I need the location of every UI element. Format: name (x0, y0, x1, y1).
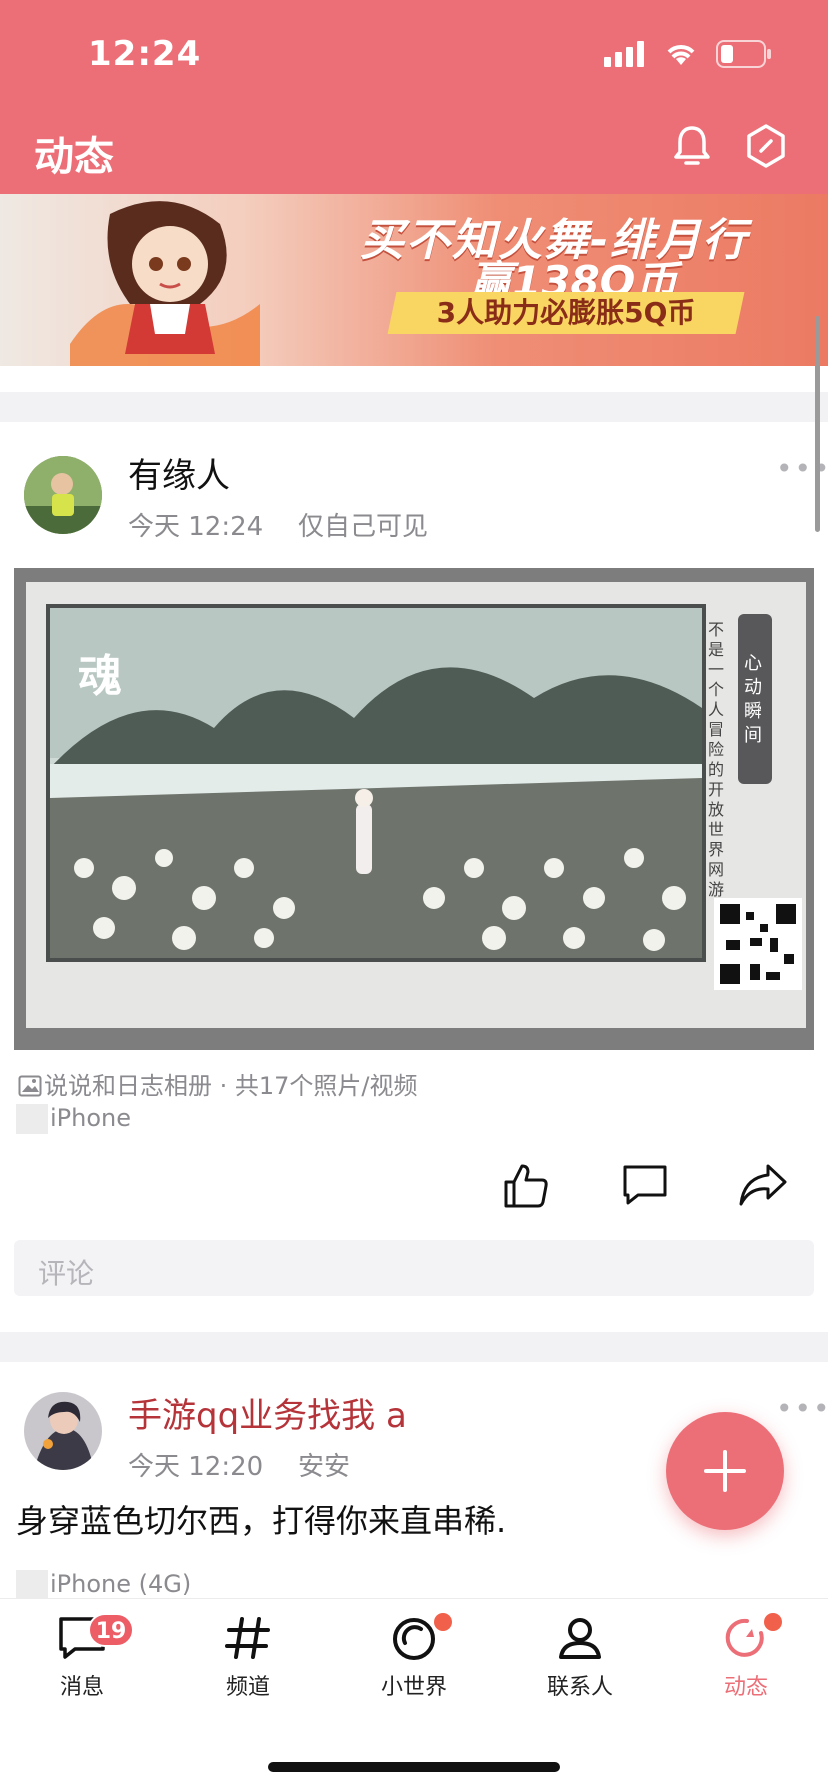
battery-icon (716, 40, 771, 68)
post-visibility: 仅自己可见 (298, 512, 429, 542)
game-screenshot-image (14, 568, 814, 1050)
tab-small-world[interactable]: 小世界 (354, 1613, 474, 1701)
signal-icon (604, 41, 644, 67)
hashtag-icon (225, 1617, 270, 1659)
section-divider (0, 392, 828, 422)
tab-feed[interactable]: 动态 (686, 1613, 806, 1701)
tab-channels[interactable]: 频道 (188, 1615, 308, 1701)
home-indicator (268, 1762, 560, 1772)
post-author[interactable]: 有缘人 (128, 448, 230, 497)
contacts-icon (559, 1618, 601, 1659)
post-author[interactable]: 手游qq业务找我 a (128, 1388, 407, 1437)
photo-vertical-text: 不是一个人冒险的开放世界网游 (708, 620, 725, 899)
avatar[interactable] (24, 456, 102, 534)
wifi-icon (667, 45, 695, 65)
post-photo[interactable]: 魂 不是一个人冒险的开放世界网游 心动瞬间 (14, 568, 814, 1050)
banner-character-illustration (70, 201, 260, 366)
tab-label: 动态 (723, 1675, 768, 1700)
device-icon (16, 1570, 48, 1600)
album-source[interactable]: 说说和日志相册 · 共17个照片/视频 (18, 1066, 418, 1101)
device-icon (16, 1104, 48, 1134)
avatar-photo (24, 456, 102, 534)
post-text: 身穿蓝色切尔西，打得你来直串稀. (16, 1502, 507, 1540)
tab-label: 频道 (225, 1675, 270, 1700)
tab-label: 小世界 (380, 1675, 447, 1700)
hexagon-settings-icon[interactable] (742, 122, 790, 170)
header-bar: 12:24 动态 (0, 0, 828, 194)
post-location: 安安 (298, 1452, 351, 1482)
scrollbar[interactable] (815, 316, 820, 532)
more-options-icon[interactable]: ••• (776, 452, 828, 485)
banner-subline: 3人助力必膨胀5Q币 (387, 292, 745, 334)
avatar-photo (24, 1392, 102, 1470)
share-icon[interactable] (738, 1162, 788, 1208)
comment-icon[interactable] (622, 1164, 668, 1206)
device-label: iPhone (16, 1104, 131, 1134)
photo-logo-text: 魂 (78, 651, 122, 702)
tab-messages[interactable]: 19 消息 (22, 1613, 142, 1701)
post-time: 今天 12:24 (128, 512, 264, 542)
notification-dot (434, 1613, 452, 1631)
post-actions (0, 1158, 828, 1218)
more-options-icon[interactable]: ••• (776, 1392, 828, 1425)
notification-dot (764, 1613, 782, 1631)
tab-label: 消息 (59, 1675, 104, 1700)
photo-badge-text: 心动瞬间 (744, 653, 762, 746)
tab-label: 联系人 (546, 1675, 613, 1700)
bell-icon[interactable] (668, 122, 716, 170)
status-icons (604, 40, 772, 68)
tab-contacts[interactable]: 联系人 (520, 1615, 640, 1701)
post-time: 今天 12:20 (128, 1452, 264, 1482)
app-screen: 12:24 动态 买不知火舞-绯月行 赢138Q币 3人助力必膨胀5Q币 有缘人… (0, 0, 828, 1792)
promo-banner[interactable]: 买不知火舞-绯月行 赢138Q币 3人助力必膨胀5Q币 (0, 194, 828, 366)
comment-input[interactable]: 评论 (14, 1240, 814, 1296)
message-count-badge: 19 (88, 1613, 134, 1647)
device-label: iPhone (4G) (16, 1570, 191, 1600)
avatar[interactable] (24, 1392, 102, 1470)
image-icon (18, 1075, 42, 1097)
page-title: 动态 (34, 134, 114, 180)
section-divider (0, 1332, 828, 1362)
world-icon (393, 1618, 435, 1660)
compose-button[interactable] (666, 1412, 784, 1530)
status-time: 12:24 (88, 34, 202, 74)
like-icon[interactable] (502, 1162, 550, 1210)
